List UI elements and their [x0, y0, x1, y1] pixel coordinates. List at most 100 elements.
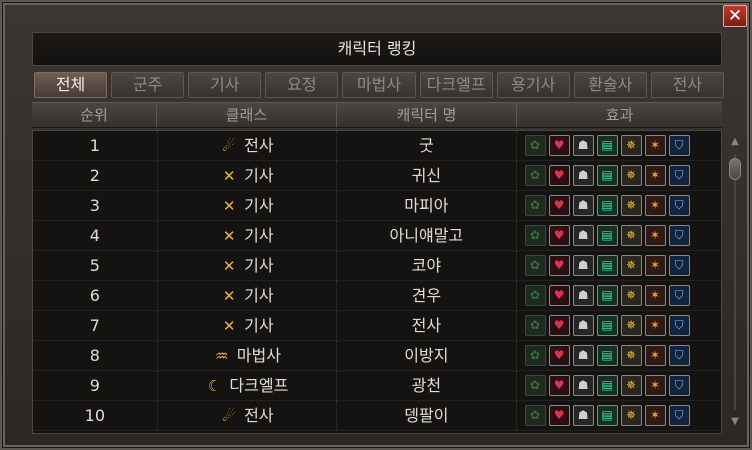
class-cell: ☄ 전사 — [158, 130, 338, 161]
window-title: 캐릭터 랭킹 — [32, 32, 722, 66]
buff-icon-1: ✿ — [524, 345, 546, 366]
helmet-icon: ☗ — [572, 345, 594, 366]
heart-icon: ♥ — [548, 375, 570, 396]
helmet-icon: ☗ — [572, 285, 594, 306]
buff-icon-1: ✿ — [524, 315, 546, 336]
heart-icon: ♥ — [548, 255, 570, 276]
table-row[interactable]: 6 ✕ 기사 견우 ✿ ♥ ☗ ▤ ✵ ✶ ⛉ — [33, 280, 721, 311]
skeleton-icon: ✵ — [620, 375, 642, 396]
class-label: 전사 — [244, 135, 274, 155]
knight-icon: ✕ — [222, 166, 236, 185]
close-button[interactable]: ✕ — [723, 5, 747, 27]
character-name: 아니얘말고 — [337, 220, 517, 251]
rank-cell: 7 — [33, 310, 158, 341]
class-cell: ✕ 기사 — [158, 190, 338, 221]
shield-icon: ⛉ — [668, 375, 690, 396]
table-row[interactable]: 3 ✕ 기사 마피아 ✿ ♥ ☗ ▤ ✵ ✶ ⛉ — [33, 190, 721, 221]
table-row[interactable]: 8 ♒ 마법사 이방지 ✿ ♥ ☗ ▤ ✵ ✶ ⛉ — [33, 340, 721, 371]
effect-cell: ✿ ♥ ☗ ▤ ✵ ✶ ⛉ — [517, 191, 721, 221]
scroll-icon: ▤ — [596, 195, 618, 216]
table-row[interactable]: 7 ✕ 기사 전사 ✿ ♥ ☗ ▤ ✵ ✶ ⛉ — [33, 310, 721, 341]
table-row[interactable]: 2 ✕ 기사 귀신 ✿ ♥ ☗ ▤ ✵ ✶ ⛉ — [33, 160, 721, 191]
scroll-icon: ▤ — [596, 345, 618, 366]
rank-cell: 3 — [33, 190, 158, 221]
table-row[interactable]: 4 ✕ 기사 아니얘말고 ✿ ♥ ☗ ▤ ✵ ✶ ⛉ — [33, 220, 721, 251]
skull-icon: ✶ — [644, 225, 666, 246]
scroll-icon: ▤ — [596, 285, 618, 306]
scroll-icon: ▤ — [596, 405, 618, 426]
class-label: 기사 — [244, 225, 274, 245]
effect-cell: ✿ ♥ ☗ ▤ ✵ ✶ ⛉ — [517, 251, 721, 281]
helmet-icon: ☗ — [572, 255, 594, 276]
scroll-thumb[interactable] — [729, 158, 741, 180]
tab-7[interactable]: 환술사 — [573, 72, 647, 98]
tab-3[interactable]: 요정 — [265, 72, 339, 98]
tab-8[interactable]: 전사 — [650, 72, 724, 98]
character-name: 이방지 — [337, 340, 517, 371]
buff-icon-1: ✿ — [524, 225, 546, 246]
table-row[interactable]: 9 ☾ 다크엘프 광천 ✿ ♥ ☗ ▤ ✵ ✶ ⛉ — [33, 370, 721, 401]
class-cell: ✕ 기사 — [158, 160, 338, 191]
buff-icon-1: ✿ — [524, 195, 546, 216]
skeleton-icon: ✵ — [620, 135, 642, 156]
tab-4[interactable]: 마법사 — [342, 72, 416, 98]
scroll-up-icon[interactable]: ▲ — [728, 136, 742, 148]
character-name: 뎅팔이 — [337, 400, 517, 431]
skeleton-icon: ✵ — [620, 225, 642, 246]
effect-cell: ✿ ♥ ☗ ▤ ✵ ✶ ⛉ — [517, 401, 721, 431]
rank-cell: 9 — [33, 370, 158, 401]
shield-icon: ⛉ — [668, 255, 690, 276]
effect-cell: ✿ ♥ ☗ ▤ ✵ ✶ ⛉ — [517, 371, 721, 401]
scroll-down-icon[interactable]: ▼ — [728, 416, 742, 428]
class-cell: ✕ 기사 — [158, 220, 338, 251]
scroll-icon: ▤ — [596, 315, 618, 336]
class-label: 기사 — [244, 165, 274, 185]
tab-2[interactable]: 기사 — [188, 72, 262, 98]
table-row[interactable]: 1 ☄ 전사 굿 ✿ ♥ ☗ ▤ ✵ ✶ ⛉ — [33, 130, 721, 161]
scroll-icon: ▤ — [596, 165, 618, 186]
skull-icon: ✶ — [644, 375, 666, 396]
rank-cell: 8 — [33, 340, 158, 371]
effect-cell: ✿ ♥ ☗ ▤ ✵ ✶ ⛉ — [517, 311, 721, 341]
table-row[interactable]: 10 ☄ 전사 뎅팔이 ✿ ♥ ☗ ▤ ✵ ✶ ⛉ — [33, 400, 721, 431]
heart-icon: ♥ — [548, 405, 570, 426]
effect-cell: ✿ ♥ ☗ ▤ ✵ ✶ ⛉ — [517, 161, 721, 191]
class-cell: ☄ 전사 — [158, 400, 338, 431]
skull-icon: ✶ — [644, 405, 666, 426]
character-name: 견우 — [337, 280, 517, 311]
buff-icon-1: ✿ — [524, 285, 546, 306]
class-label: 기사 — [244, 255, 274, 275]
class-cell: ♒ 마법사 — [158, 340, 338, 371]
scroll-icon: ▤ — [596, 135, 618, 156]
shield-icon: ⛉ — [668, 165, 690, 186]
header-rank: 순위 — [32, 103, 157, 127]
heart-icon: ♥ — [548, 345, 570, 366]
character-name: 광천 — [337, 370, 517, 401]
buff-icon-1: ✿ — [524, 165, 546, 186]
class-cell: ✕ 기사 — [158, 310, 338, 341]
rank-cell: 6 — [33, 280, 158, 311]
skeleton-icon: ✵ — [620, 405, 642, 426]
rank-cell: 4 — [33, 220, 158, 251]
skull-icon: ✶ — [644, 285, 666, 306]
table-row[interactable]: 5 ✕ 기사 코야 ✿ ♥ ☗ ▤ ✵ ✶ ⛉ — [33, 250, 721, 281]
heart-icon: ♥ — [548, 195, 570, 216]
class-tabs: 전체 군주 기사 요정 마법사 다크엘프 용기사 환술사 전사 — [32, 72, 726, 100]
tab-1[interactable]: 군주 — [111, 72, 185, 98]
heart-icon: ♥ — [548, 135, 570, 156]
character-name: 귀신 — [337, 160, 517, 191]
tab-5[interactable]: 다크엘프 — [419, 72, 493, 98]
scroll-track[interactable] — [734, 154, 736, 410]
effect-cell: ✿ ♥ ☗ ▤ ✵ ✶ ⛉ — [517, 221, 721, 251]
shield-icon: ⛉ — [668, 345, 690, 366]
skull-icon: ✶ — [644, 135, 666, 156]
class-label: 기사 — [244, 195, 274, 215]
tab-0[interactable]: 전체 — [34, 72, 108, 98]
knight-icon: ✕ — [222, 226, 236, 245]
shield-icon: ⛉ — [668, 405, 690, 426]
scrollbar[interactable]: ▲ ▼ — [728, 130, 742, 434]
rank-cell: 10 — [33, 400, 158, 431]
tab-6[interactable]: 용기사 — [496, 72, 570, 98]
skull-icon: ✶ — [644, 255, 666, 276]
heart-icon: ♥ — [548, 285, 570, 306]
